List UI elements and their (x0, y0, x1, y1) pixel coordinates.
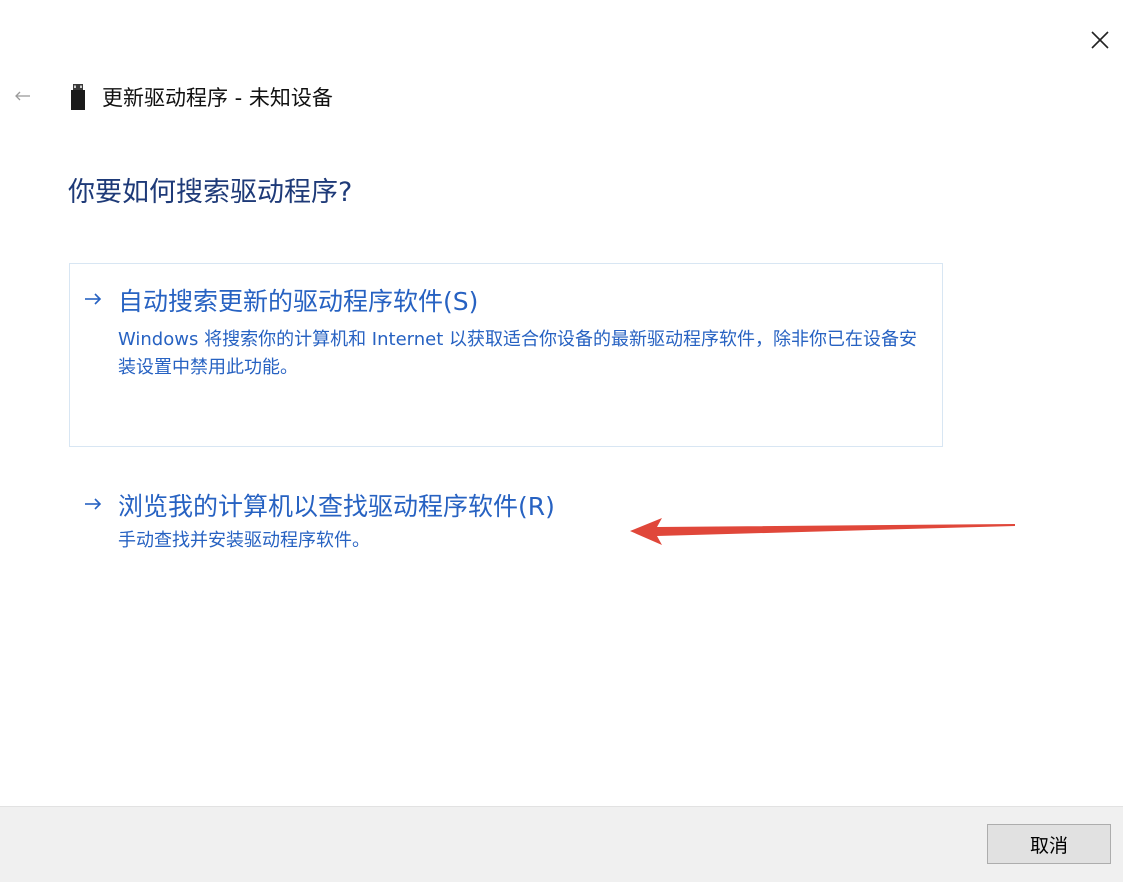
option-browse-computer-title: 浏览我的计算机以查找驱动程序软件(R) (118, 492, 555, 521)
back-button[interactable] (10, 84, 34, 108)
update-driver-dialog: 更新驱动程序 - 未知设备 你要如何搜索驱动程序? 自动搜索更新的驱动程序软件(… (0, 0, 1123, 882)
usb-device-icon (71, 84, 85, 110)
close-icon (1091, 31, 1109, 49)
cancel-button[interactable]: 取消 (987, 824, 1111, 864)
option-auto-search-title: 自动搜索更新的驱动程序软件(S) (118, 287, 479, 316)
close-button[interactable] (1080, 20, 1120, 60)
page-heading: 你要如何搜索驱动程序? (68, 177, 353, 208)
arrow-right-icon (85, 498, 102, 510)
option-auto-search[interactable]: 自动搜索更新的驱动程序软件(S) Windows 将搜索你的计算机和 Inter… (69, 263, 943, 447)
dialog-header: 更新驱动程序 - 未知设备 (70, 82, 333, 112)
arrow-right-icon (85, 293, 102, 305)
dialog-title: 更新驱动程序 - 未知设备 (102, 86, 333, 110)
dialog-footer: 取消 (0, 806, 1123, 882)
annotation-arrow-icon (630, 518, 1015, 545)
back-arrow-icon (15, 91, 30, 101)
option-auto-search-description: Windows 将搜索你的计算机和 Internet 以获取适合你设备的最新驱动… (118, 329, 917, 378)
